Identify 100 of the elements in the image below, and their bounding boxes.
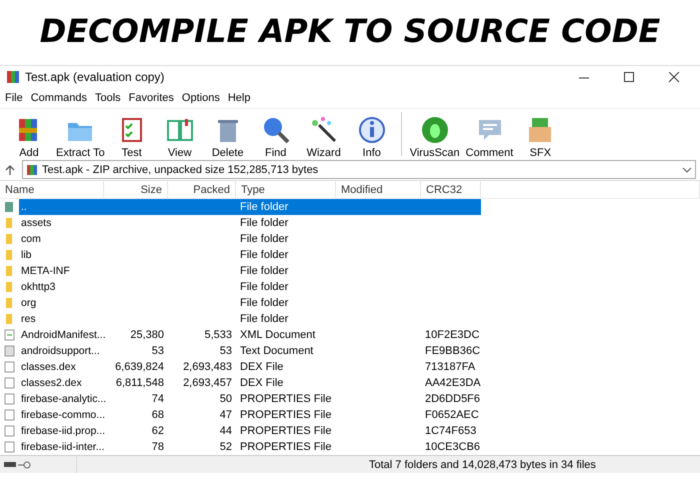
file-name: classes.dex <box>20 360 77 375</box>
file-name: firebase-iid.prop... <box>20 424 104 439</box>
menu-item[interactable]: Options <box>182 92 220 104</box>
file-name: org <box>20 296 38 311</box>
drive-key-icon <box>4 460 32 470</box>
xml-file-icon <box>4 329 16 341</box>
toolbar-button[interactable]: Info <box>348 115 395 159</box>
table-cell-text: DEX File <box>239 376 284 391</box>
file-icon <box>4 361 16 373</box>
table-cell-text: 53 <box>150 344 165 359</box>
table-cell-text: 78 <box>150 440 165 455</box>
file-row[interactable]: classes.dex 6,639,824 2,693,483 DEX File 713187FA <box>19 359 481 375</box>
file-icon <box>4 377 16 389</box>
table-cell-text: 10F2E3DC <box>424 328 480 343</box>
file-row[interactable]: META-INF File folder <box>19 263 481 279</box>
table-cell-text: 6,811,548 <box>114 376 165 391</box>
toolbar-button[interactable]: Comment <box>464 115 516 159</box>
file-name: lib <box>20 248 33 263</box>
file-name: firebase-analytic... <box>20 392 104 407</box>
table-cell-text: File folder <box>239 296 290 311</box>
file-row[interactable]: com File folder <box>19 231 481 247</box>
table-cell-text: PROPERTIES File <box>239 424 332 439</box>
toolbar-button[interactable]: Extract To <box>54 115 107 159</box>
toolbar-button[interactable]: Add <box>6 115 52 159</box>
table-cell-text: 47 <box>218 408 233 423</box>
table-cell-text: File folder <box>239 200 290 215</box>
column-header[interactable]: Packed <box>168 181 236 198</box>
window-title: Test.apk (evaluation copy) <box>25 70 166 84</box>
table-cell-text: DEX File <box>239 360 284 375</box>
file-name: AndroidManifest... <box>20 328 104 343</box>
file-row[interactable]: classes2.dex 6,811,548 2,693,457 DEX File AA42E3DA <box>19 375 481 391</box>
file-row[interactable]: lib File folder <box>19 247 481 263</box>
file-row[interactable]: firebase-iid.prop... 62 44 PROPERTIES File 1C74F653 <box>19 423 481 439</box>
table-cell-text: 74 <box>150 392 165 407</box>
table-cell-text: 1C74F653 <box>424 424 478 439</box>
table-cell-text: FE9BB36C <box>424 344 481 359</box>
file-row[interactable]: firebase-commo... 68 47 PROPERTIES File F0652AEC <box>19 407 481 423</box>
table-cell-text: 53 <box>218 344 233 359</box>
table-cell-text: File folder <box>239 312 290 327</box>
file-name: okhttp3 <box>20 280 56 295</box>
table-cell-text: File folder <box>239 216 290 231</box>
file-row[interactable]: .. File folder <box>19 199 481 215</box>
toolbar-button[interactable]: SFX <box>517 115 564 159</box>
close-icon[interactable] <box>669 72 680 82</box>
file-row[interactable]: AndroidManifest... 25,380 5,533 XML Document 10F2E3DC <box>19 327 481 343</box>
file-row[interactable]: org File folder <box>19 295 481 311</box>
toolbar-button[interactable]: Find <box>252 115 299 159</box>
toolbar-button[interactable]: Test <box>108 115 155 159</box>
chevron-down-icon[interactable] <box>682 164 692 174</box>
file-icon <box>4 393 16 405</box>
file-name: androidsupport... <box>20 344 101 359</box>
file-row[interactable]: androidsupport... 53 53 Text Document FE9BB36C <box>19 343 481 359</box>
column-header[interactable]: Name <box>0 181 104 198</box>
column-header[interactable]: Size <box>104 181 168 198</box>
toolbar-button[interactable]: Wizard <box>300 115 347 159</box>
table-cell-text: 713187FA <box>424 360 476 375</box>
file-name: META-INF <box>20 264 71 279</box>
table-cell-text: File folder <box>239 248 290 263</box>
column-header[interactable]: CRC32 <box>421 181 481 198</box>
table-cell-text: 6,639,824 <box>114 360 165 375</box>
table-cell-text: 62 <box>150 424 165 439</box>
table-cell-text: 2D6DD5F6 <box>424 392 481 407</box>
table-cell-text: 2,693,457 <box>182 376 233 391</box>
archive-icon <box>26 164 38 176</box>
file-name: .. <box>20 200 28 215</box>
file-row[interactable]: firebase-analytic... 74 50 PROPERTIES File 2D6DD5F6 <box>19 391 481 407</box>
table-cell-text: File folder <box>239 264 290 279</box>
table-cell-text: File folder <box>239 232 290 247</box>
menu-item[interactable]: Help <box>228 92 250 104</box>
file-name: res <box>20 312 37 327</box>
up-arrow-icon[interactable] <box>4 164 16 176</box>
file-icon <box>4 441 16 453</box>
menu-item[interactable]: Tools <box>94 92 121 104</box>
menu-item[interactable]: File <box>5 92 23 104</box>
archive-app-icon <box>6 70 20 84</box>
table-cell-text: 25,380 <box>129 328 165 343</box>
column-header[interactable]: Modified <box>336 181 421 198</box>
file-row[interactable]: assets File folder <box>19 215 481 231</box>
file-name: firebase-commo... <box>20 408 104 423</box>
menu-item[interactable]: Favorites <box>128 92 174 104</box>
toolbar-button[interactable]: View <box>156 115 203 159</box>
toolbar-button[interactable]: Delete <box>204 115 251 159</box>
column-header[interactable]: Type <box>236 181 336 198</box>
table-cell-text: PROPERTIES File <box>239 392 332 407</box>
address-field[interactable]: Test.apk - ZIP archive, unpacked size 152,285,713 bytes <box>22 160 696 179</box>
toolbar-button[interactable]: VirusScan <box>408 115 462 159</box>
menu-item[interactable]: Commands <box>30 92 87 104</box>
banner-title: DECOMPILE APK TO SOURCE CODE <box>40 12 660 50</box>
table-cell-text: 68 <box>150 408 165 423</box>
table-cell-text: 52 <box>218 440 233 455</box>
file-row[interactable]: firebase-iid-inter... 78 52 PROPERTIES File 10CE3CB6 <box>19 439 481 455</box>
table-cell-text: AA42E3DA <box>424 376 481 391</box>
maximize-icon[interactable] <box>624 72 635 82</box>
table-cell-text: 5,533 <box>203 328 233 343</box>
table-cell-text: 10CE3CB6 <box>424 440 481 455</box>
file-row[interactable]: okhttp3 File folder <box>19 279 481 295</box>
table-cell-text: 44 <box>218 424 233 439</box>
table-cell-text: PROPERTIES File <box>239 408 332 423</box>
file-row[interactable]: res File folder <box>19 311 481 327</box>
table-cell-text: 50 <box>218 392 233 407</box>
